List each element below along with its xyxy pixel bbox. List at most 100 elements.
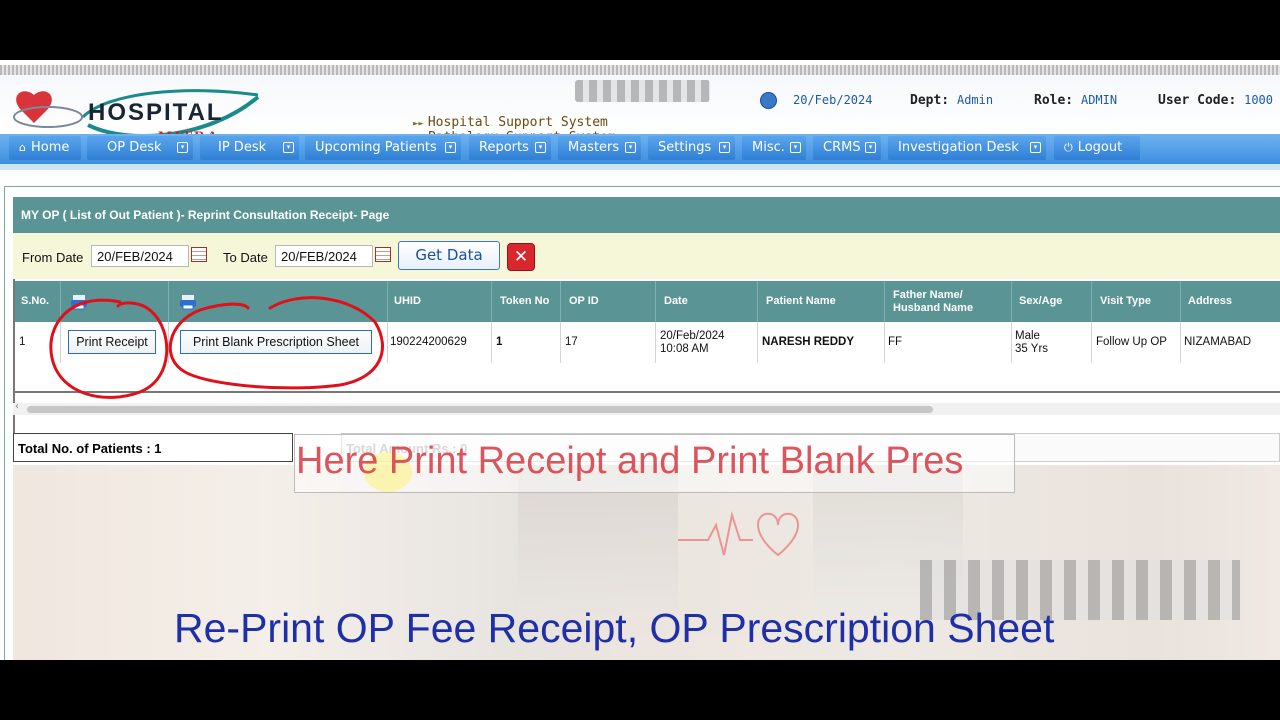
calendar-icon[interactable] — [375, 247, 391, 262]
col-address: Address — [1188, 295, 1233, 307]
app-screen: HOSPITAL MITRA ►►Hospital Support System… — [0, 60, 1280, 660]
header-dept: Dept: Admin — [910, 93, 993, 108]
chevron-down-icon: ▾ — [445, 142, 456, 153]
chevron-down-icon: ▾ — [865, 142, 876, 153]
chevron-down-icon: ▾ — [1030, 142, 1041, 153]
cell-date: 20/Feb/2024 10:08 AM — [660, 322, 725, 363]
usercode-value: 1000 — [1244, 93, 1274, 107]
calendar-icon[interactable] — [191, 247, 207, 262]
horizontal-scrollbar[interactable]: ‹ — [13, 401, 1280, 415]
patient-table: S.No. UHID Token No OP ID Date Patient N… — [13, 279, 1280, 452]
cell-sex-age: Male 35 Yrs — [1015, 322, 1048, 363]
close-icon[interactable]: ✕ — [507, 243, 535, 271]
cell-date-line2: 10:08 AM — [660, 343, 709, 355]
col-father-line1: Father Name/ — [893, 289, 963, 301]
chevron-down-icon: ▾ — [719, 142, 730, 153]
nav-upcoming-label: Upcoming Patients — [315, 140, 437, 155]
nav-home[interactable]: ⌂ Home — [9, 136, 81, 160]
col-father-line2: Husband Name — [893, 302, 974, 314]
role-label: Role: — [1034, 93, 1074, 108]
cell-age: 35 Yrs — [1015, 343, 1049, 355]
nav-misc-label: Misc. — [752, 140, 785, 155]
nav-underline — [0, 164, 1280, 170]
chevron-down-icon: ▾ — [283, 142, 294, 153]
page-title: MY OP ( List of Out Patient )- Reprint C… — [13, 197, 1280, 233]
col-token: Token No — [500, 295, 550, 307]
col-uhid: UHID — [394, 295, 421, 307]
header-usercode: User Code: 1000 — [1158, 93, 1273, 108]
col-visit-type: Visit Type — [1100, 295, 1151, 307]
dept-value: Admin — [956, 93, 994, 107]
home-icon: ⌂ — [19, 141, 26, 154]
col-sno: S.No. — [21, 295, 50, 307]
power-icon: ⏻ — [1064, 141, 1073, 154]
printer-icon — [71, 295, 87, 310]
chevron-down-icon: ▾ — [625, 142, 636, 153]
hospital-support-label: Hospital Support System — [427, 115, 608, 130]
cell-uhid: 190224200629 — [390, 336, 467, 348]
to-date-label: To Date — [223, 250, 268, 265]
role-value: ADMIN — [1080, 93, 1118, 107]
from-date-label: From Date — [22, 250, 84, 265]
nav-crms[interactable]: CRMS ▾ — [813, 136, 881, 160]
print-blank-prescription-button[interactable]: Print Blank Prescription Sheet — [180, 330, 372, 354]
nav-upcoming-patients[interactable]: Upcoming Patients ▾ — [305, 136, 461, 160]
col-father-name: Father Name/Husband Name — [893, 281, 973, 322]
table-footer-row — [15, 363, 1280, 393]
nav-reports[interactable]: Reports ▾ — [469, 136, 551, 160]
header-role: Role: ADMIN — [1034, 93, 1117, 108]
hospital-support-link[interactable]: ►► Hospital Support System — [413, 115, 608, 130]
nav-settings[interactable]: Settings ▾ — [648, 136, 735, 160]
nav-ip-desk[interactable]: IP Desk ▾ — [200, 136, 299, 160]
col-date: Date — [664, 295, 688, 307]
cell-address: NIZAMABAD — [1184, 336, 1252, 348]
from-date-input[interactable]: 20/FEB/2024 — [91, 245, 189, 267]
col-patient-name: Patient Name — [766, 295, 836, 307]
print-receipt-button[interactable]: Print Receipt — [68, 330, 156, 354]
nav-investigation-desk[interactable]: Investigation Desk ▾ — [888, 136, 1046, 160]
nav-crms-label: CRMS — [823, 140, 861, 155]
cell-date-line1: 20/Feb/2024 — [660, 330, 725, 342]
nav-logout[interactable]: ⏻ Logout — [1054, 136, 1140, 160]
nav-reports-label: Reports — [479, 140, 529, 155]
header-bar: HOSPITAL MITRA ►►Hospital Support System… — [0, 75, 1280, 145]
nav-settings-label: Settings — [658, 140, 712, 155]
nav-home-label: Home — [30, 140, 70, 155]
table-row: 1 Print Receipt Print Blank Prescription… — [15, 322, 1280, 364]
cell-sex: Male — [1015, 330, 1040, 342]
nav-op-desk-label: OP Desk — [107, 140, 162, 155]
cell-visit-type: Follow Up OP — [1096, 336, 1167, 348]
blurred-region — [575, 80, 710, 102]
heartbeat-icon — [678, 511, 800, 557]
nav-misc[interactable]: Misc. ▾ — [742, 136, 806, 160]
nav-masters-label: Masters — [568, 140, 620, 155]
cell-father-name: FF — [888, 336, 903, 348]
chevron-down-icon: ▾ — [177, 142, 188, 153]
col-sex-age: Sex/Age — [1019, 295, 1063, 307]
nav-investigation-label: Investigation Desk — [898, 140, 1019, 155]
nav-masters[interactable]: Masters ▾ — [558, 136, 641, 160]
nav-ip-desk-label: IP Desk — [218, 140, 267, 155]
chevron-down-icon: ▾ — [535, 142, 546, 153]
main-nav: ⌂ Home OP Desk ▾ IP Desk ▾ Upcoming Patient… — [0, 134, 1280, 164]
get-data-button[interactable]: Get Data — [398, 241, 500, 270]
chevron-down-icon: ▾ — [790, 142, 801, 153]
cell-token: 1 — [496, 336, 503, 348]
dept-label: Dept: — [910, 93, 950, 108]
top-decor-strip — [0, 65, 1280, 75]
cell-sno: 1 — [19, 336, 26, 348]
scrollbar-thumb[interactable] — [27, 406, 933, 413]
printer-icon — [180, 295, 196, 310]
header-date: 20/Feb/2024 — [793, 93, 873, 107]
total-patients: Total No. of Patients : 1 — [13, 433, 293, 462]
arrow-right-icon: ►► — [413, 119, 424, 129]
overlay-caption: Here Print Receipt and Print Blank Pres — [296, 440, 964, 482]
to-date-input[interactable]: 20/FEB/2024 — [275, 245, 373, 267]
chevron-left-icon[interactable]: ‹ — [15, 401, 19, 412]
cell-patient-name: NARESH REDDY — [762, 336, 855, 348]
nav-op-desk[interactable]: OP Desk ▾ — [87, 136, 193, 160]
usercode-label: User Code: — [1158, 93, 1237, 108]
cell-opid: 17 — [565, 336, 578, 348]
calendar-icon — [760, 92, 777, 109]
nav-logout-label: Logout — [1077, 140, 1123, 155]
